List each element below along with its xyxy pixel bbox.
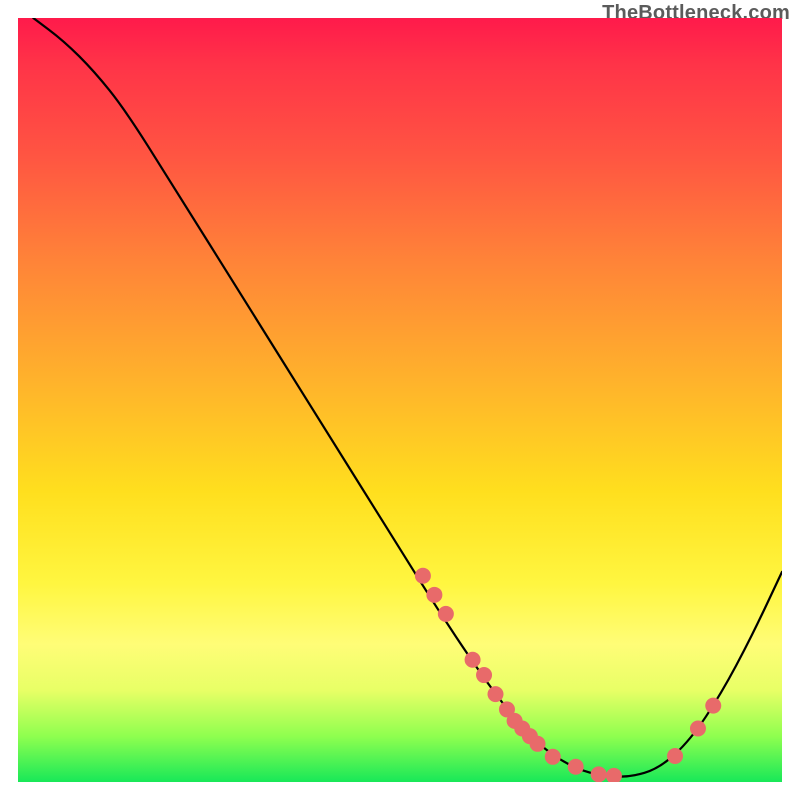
marker-dot bbox=[568, 759, 584, 775]
marker-dot bbox=[426, 587, 442, 603]
marker-dot bbox=[488, 686, 504, 702]
marker-dot bbox=[476, 667, 492, 683]
markers-group bbox=[415, 568, 721, 782]
plot-area bbox=[18, 18, 782, 782]
marker-dot bbox=[705, 698, 721, 714]
marker-dot bbox=[530, 736, 546, 752]
curve-path bbox=[33, 18, 782, 777]
marker-dot bbox=[465, 652, 481, 668]
chart-container: TheBottleneck.com bbox=[0, 0, 800, 800]
marker-dot bbox=[438, 606, 454, 622]
marker-dot bbox=[690, 721, 706, 737]
marker-dot bbox=[667, 748, 683, 764]
chart-overlay bbox=[18, 18, 782, 782]
marker-dot bbox=[545, 749, 561, 765]
marker-dot bbox=[415, 568, 431, 584]
marker-dot bbox=[591, 766, 607, 782]
marker-dot bbox=[606, 768, 622, 782]
